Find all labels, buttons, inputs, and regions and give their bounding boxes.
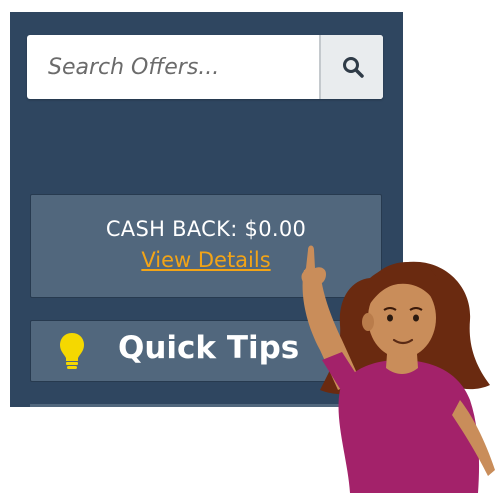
search-input[interactable] <box>27 35 319 99</box>
search-button[interactable] <box>319 35 383 99</box>
cashback-balance: CASH BACK: $0.00 <box>105 217 307 241</box>
woman-pointing-illustration <box>301 245 495 493</box>
quick-tips-label: Quick Tips <box>118 330 300 366</box>
search-icon <box>343 57 364 78</box>
search-box <box>27 35 383 99</box>
lightbulb-icon <box>60 333 84 369</box>
